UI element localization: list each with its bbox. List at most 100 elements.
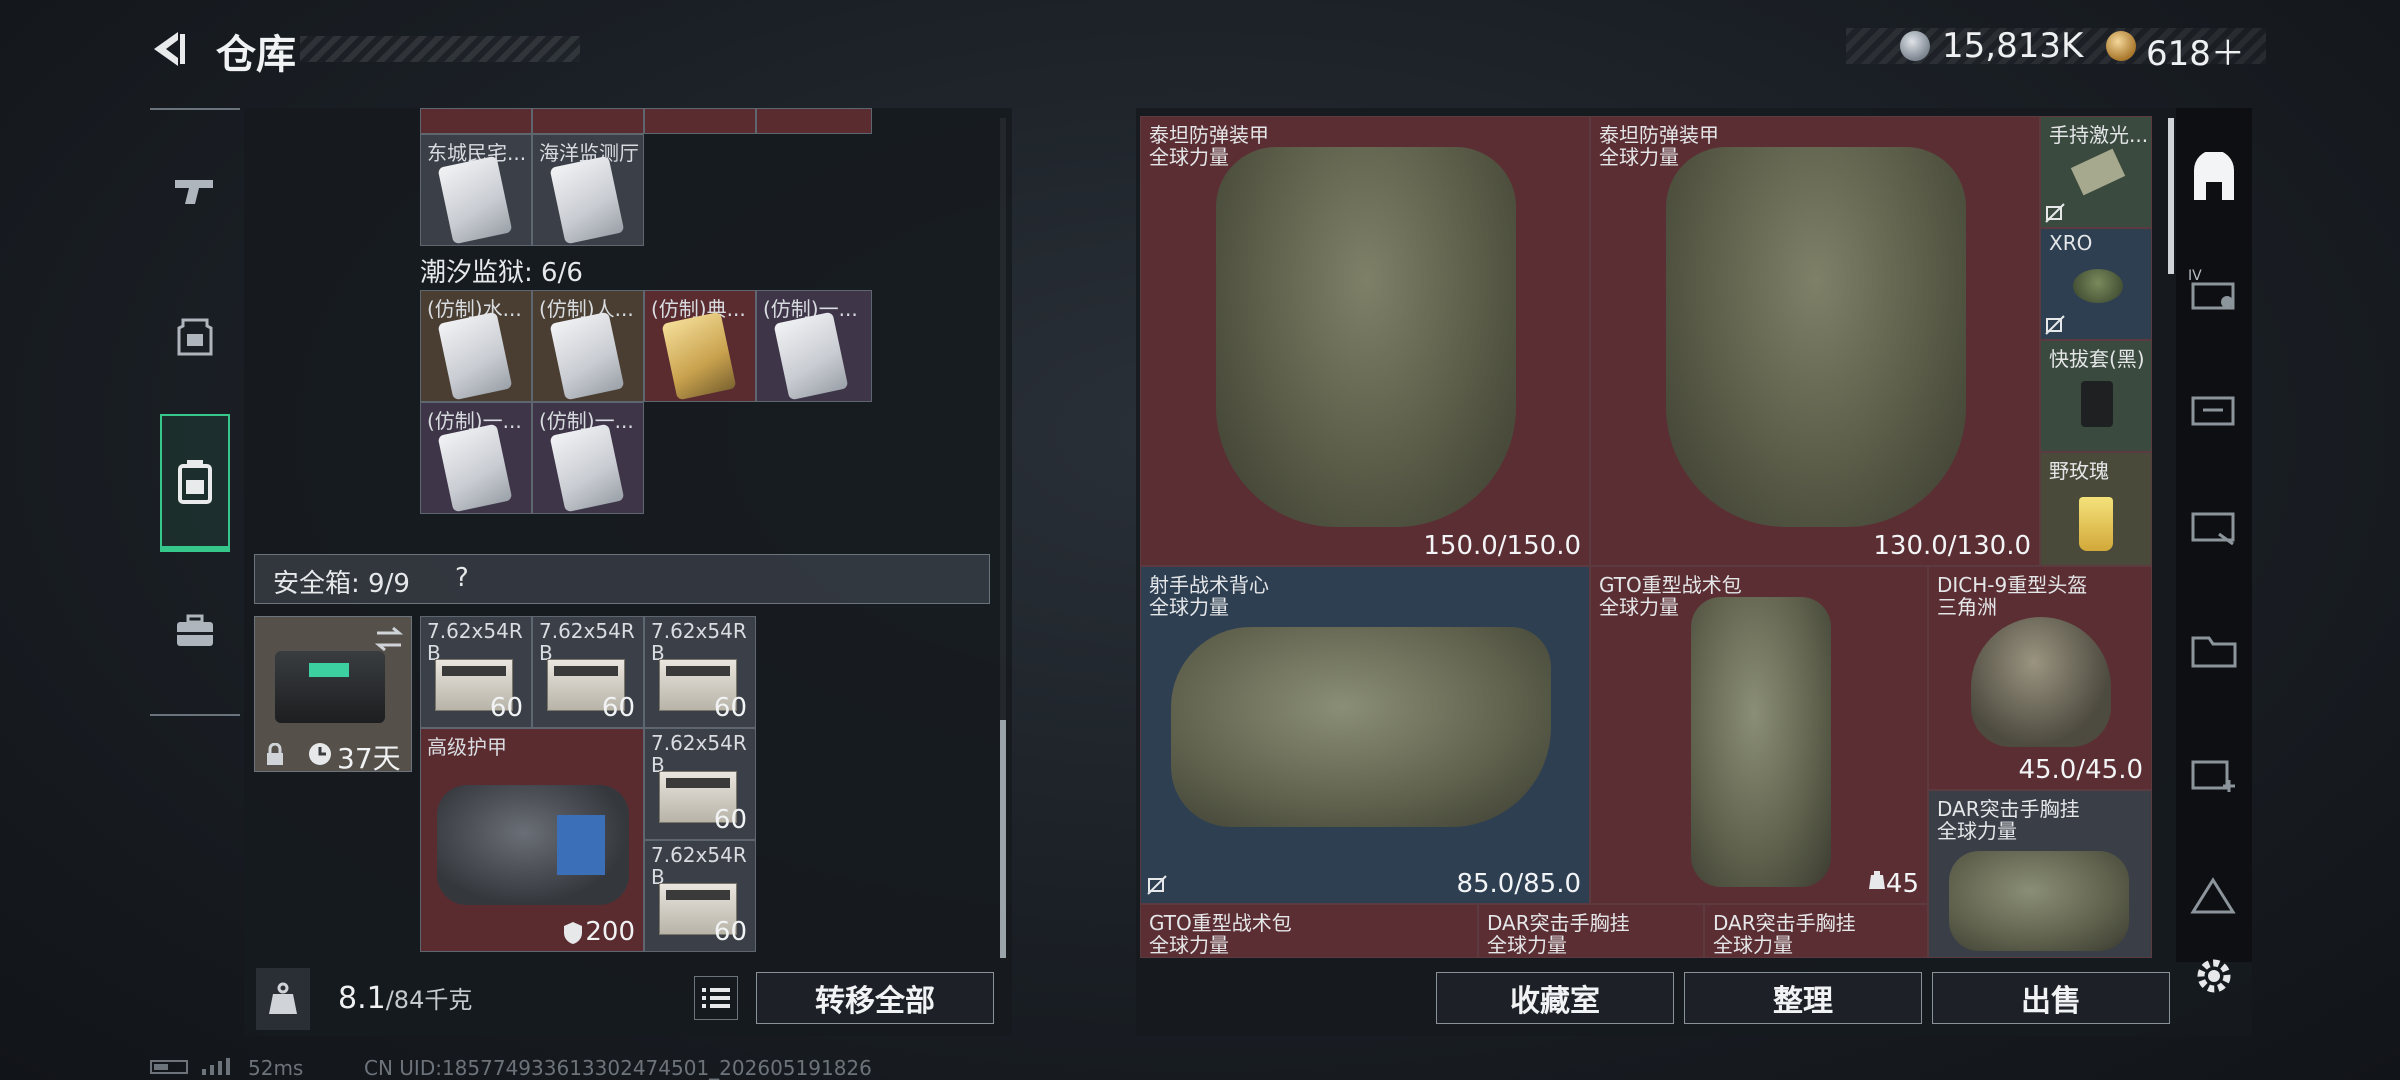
stash-item[interactable]: 快拔套(黑)	[2040, 340, 2152, 452]
stash-tab-4[interactable]	[2184, 620, 2244, 680]
swap-icon	[374, 626, 404, 652]
prison-section-title: 潮汐监狱: 6/6	[420, 258, 583, 288]
item-name: 野玫瑰	[2049, 459, 2109, 483]
safebox-title: 安全箱: 9/9	[273, 569, 410, 599]
stash-item[interactable]: DAR突击手胸挂 全球力量	[1704, 904, 1928, 958]
no-insure-icon	[2045, 203, 2065, 223]
stash-item[interactable]: DAR突击手胸挂 全球力量	[1928, 790, 2152, 958]
item-durability: 85.0/85.0	[1456, 869, 1581, 899]
nav-backpack[interactable]	[160, 414, 230, 552]
nav-toolbox[interactable]	[150, 566, 240, 696]
keycard-slot[interactable]: 东城民宅...	[420, 134, 532, 246]
item-faction: 全球力量	[1149, 595, 1229, 619]
stash-tab-5[interactable]	[2184, 866, 2244, 926]
stash-item[interactable]: GTO重型战术包 全球力量	[1140, 904, 1478, 958]
stash-scroll-thumb[interactable]	[2168, 118, 2174, 274]
folder-icon	[2191, 636, 2237, 668]
sort-button[interactable]: 整理	[1684, 972, 1922, 1024]
stash-item[interactable]: 射手战术背心 全球力量 85.0/85.0	[1140, 566, 1590, 904]
keycard-slot[interactable]: (仿制)典...	[644, 290, 756, 402]
container-icon	[2191, 512, 2235, 546]
nav-armor[interactable]	[150, 272, 240, 402]
item-faction: 三角洲	[1937, 595, 1997, 619]
vest-image	[1171, 627, 1551, 827]
safebox-days: 37天	[337, 742, 401, 775]
safebox-container[interactable]: 37天	[254, 616, 412, 775]
keycard-slot[interactable]: (仿制)一...	[756, 290, 872, 402]
silver-currency-value[interactable]: 15,813K	[1942, 26, 2083, 66]
ammo-name: 7.62x54R	[427, 619, 523, 643]
backpack-icon	[178, 460, 212, 504]
ammo-name: 7.62x54R	[651, 843, 747, 867]
stash-item[interactable]: 泰坦防弹装甲 全球力量 150.0/150.0	[1140, 116, 1590, 566]
stash-item[interactable]: XRO	[2040, 228, 2152, 340]
item-slot[interactable]	[756, 108, 872, 134]
keycard-slot[interactable]: (仿制)水...	[420, 290, 532, 402]
ammo-qty: 60	[601, 693, 635, 723]
keycard-slot[interactable]: (仿制)人...	[532, 290, 644, 402]
stash-tab-3[interactable]	[2184, 496, 2244, 556]
item-faction: 全球力量	[1149, 933, 1229, 957]
drink-image	[2079, 497, 2113, 551]
stash-item[interactable]: DICH-9重型头盔 三角洲 45.0/45.0	[1928, 566, 2152, 790]
item-faction: 全球力量	[1599, 145, 1679, 169]
keycard-slot[interactable]: 海洋监测厅	[532, 134, 644, 246]
ammo-name: 7.62x54R	[651, 619, 747, 643]
collection-room-button[interactable]: 收藏室	[1436, 972, 1674, 1024]
ammo-slot[interactable]: 7.62x54R B 60	[644, 616, 756, 728]
keycard-image	[773, 311, 849, 401]
item-name: 高级护甲	[427, 735, 507, 759]
ammo-slot[interactable]: 7.62x54R B 60	[644, 728, 756, 840]
lock-icon	[267, 743, 283, 765]
armor-bag-slot[interactable]: 高级护甲 200	[420, 728, 644, 952]
keycard-slot[interactable]: (仿制)一...	[420, 402, 532, 514]
weight-current: 8.1	[338, 981, 386, 1016]
keycard-image	[437, 155, 513, 245]
helmet-image	[1971, 617, 2111, 747]
ammo-qty: 60	[713, 917, 747, 947]
inventory-scroll-thumb[interactable]	[1000, 720, 1006, 958]
container-icon	[2191, 396, 2235, 426]
item-name: 手持激光...	[2049, 123, 2149, 147]
stash-tab-2[interactable]	[2184, 380, 2244, 440]
armor-value: 200	[585, 917, 635, 947]
stash-grid: 泰坦防弹装甲 全球力量 150.0/150.0 泰坦防弹装甲 全球力量 130.…	[1140, 116, 2166, 958]
clock-icon	[309, 743, 331, 765]
transfer-all-button[interactable]: 转移全部	[756, 972, 994, 1024]
item-slot[interactable]	[420, 108, 532, 134]
ammo-slot[interactable]: 7.62x54R B 60	[644, 840, 756, 952]
ammo-slot[interactable]: 7.62x54R B 60	[420, 616, 532, 728]
back-button[interactable]	[148, 28, 190, 70]
settings-button[interactable]	[2184, 946, 2244, 1006]
silver-coin-icon	[1900, 31, 1930, 61]
safebox-help-icon[interactable]: ?	[455, 563, 469, 593]
stash-add-button[interactable]	[2184, 744, 2244, 804]
toolbox-icon	[177, 614, 213, 646]
stash-item[interactable]: 泰坦防弹装甲 全球力量 130.0/130.0	[1590, 116, 2040, 566]
item-slot[interactable]	[644, 108, 756, 134]
battery-signal-icon	[150, 1058, 230, 1075]
sell-button[interactable]: 出售	[1932, 972, 2170, 1024]
no-insure-icon	[2045, 315, 2065, 335]
gear-icon	[2197, 959, 2231, 993]
keycard-image	[549, 423, 625, 513]
stash-tab-1[interactable]: IV	[2184, 262, 2244, 322]
gold-currency-value[interactable]: 618＋	[2146, 26, 2245, 75]
list-view-button[interactable]	[694, 976, 738, 1020]
weight-icon	[269, 982, 297, 1014]
stash-item[interactable]: DAR突击手胸挂 全球力量	[1478, 904, 1704, 958]
no-insure-icon	[1147, 875, 1167, 895]
laser-image	[2070, 148, 2126, 196]
nav-weapons[interactable]	[150, 126, 240, 256]
backpack-image	[1691, 597, 1831, 887]
weight-icon-box	[256, 968, 310, 1030]
item-slot[interactable]	[532, 108, 644, 134]
stash-item[interactable]: 野玫瑰	[2040, 452, 2152, 566]
ammo-slot[interactable]: 7.62x54R B 60	[532, 616, 644, 728]
add-container-icon	[2191, 760, 2235, 792]
keycard-image	[549, 155, 625, 245]
stash-item[interactable]: 手持激光...	[2040, 116, 2152, 228]
stash-home-button[interactable]	[2184, 148, 2244, 208]
keycard-slot[interactable]: (仿制)一...	[532, 402, 644, 514]
stash-item[interactable]: GTO重型战术包 全球力量 45	[1590, 566, 1928, 904]
